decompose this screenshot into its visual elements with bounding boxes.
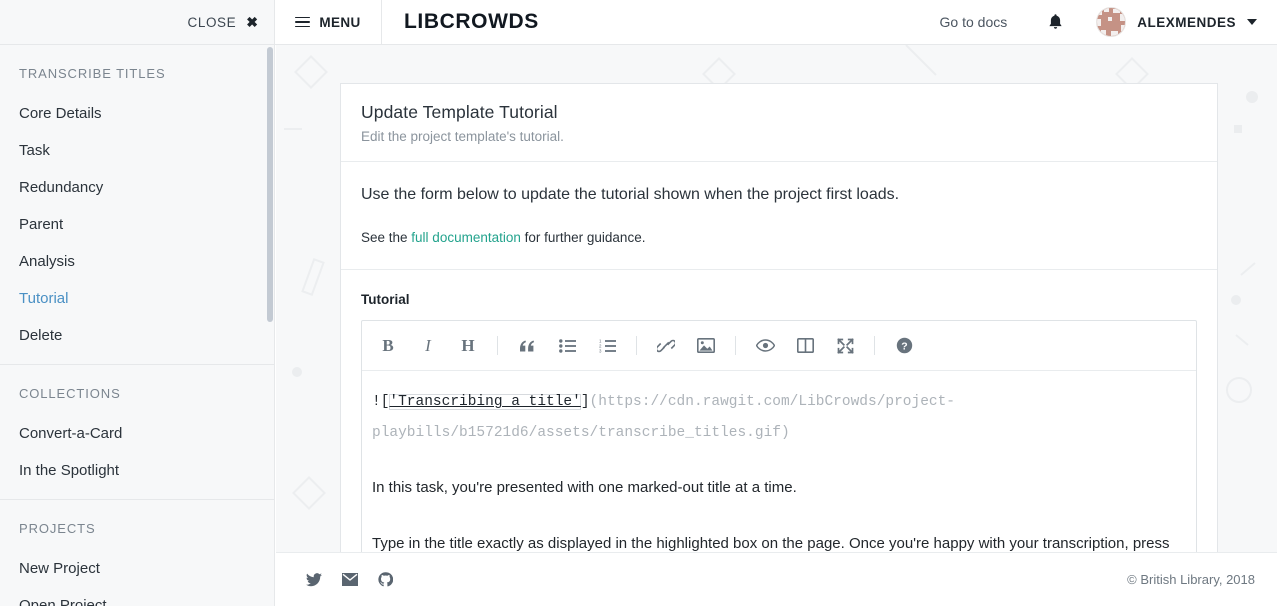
image-icon[interactable]: [691, 331, 721, 361]
sidebar-item-new-project[interactable]: New Project: [0, 550, 274, 587]
svg-text:3: 3: [599, 348, 602, 353]
markdown-bracket-close: ]: [581, 394, 590, 410]
user-avatar-identicon: [1096, 7, 1126, 37]
link-icon[interactable]: [651, 331, 681, 361]
main-content-area: Update Template Tutorial Edit the projec…: [276, 45, 1277, 606]
italic-icon[interactable]: I: [413, 331, 443, 361]
close-x-icon: ✖: [246, 14, 258, 31]
sidebar-heading: COLLECTIONS: [0, 365, 274, 415]
guidance-prefix: See the: [361, 230, 411, 245]
card-description-section: Use the form below to update the tutoria…: [341, 162, 1217, 270]
side-by-side-icon[interactable]: [790, 331, 820, 361]
sidebar-scrollbar-thumb[interactable]: [267, 47, 273, 322]
twitter-icon[interactable]: [306, 573, 322, 587]
menu-button[interactable]: MENU: [275, 0, 382, 44]
sidebar-group-transcribe-titles: TRANSCRIBE TITLES Core Details Task Redu…: [0, 45, 274, 365]
chevron-down-icon: [1247, 19, 1257, 25]
close-panel-button[interactable]: CLOSE ✖: [0, 0, 275, 44]
sidebar: TRANSCRIBE TITLES Core Details Task Redu…: [0, 45, 275, 606]
update-template-tutorial-card: Update Template Tutorial Edit the projec…: [340, 83, 1218, 603]
markdown-line-image: !['Transcribing a title'](https://cdn.ra…: [372, 387, 1186, 448]
card-header: Update Template Tutorial Edit the projec…: [341, 84, 1217, 162]
user-name-label: ALEXMENDES: [1137, 15, 1236, 30]
hamburger-icon: [295, 14, 310, 31]
markdown-line-2: In this task, you're presented with one …: [372, 472, 1186, 504]
sidebar-item-delete[interactable]: Delete: [0, 317, 274, 354]
bell-icon[interactable]: [1047, 13, 1064, 31]
github-icon[interactable]: [378, 572, 393, 587]
top-bar-right-cluster: Go to docs ALEXMENDES: [940, 0, 1277, 44]
preview-eye-icon[interactable]: [750, 331, 780, 361]
sidebar-item-convert-a-card[interactable]: Convert-a-Card: [0, 415, 274, 452]
sidebar-item-parent[interactable]: Parent: [0, 206, 274, 243]
markdown-editor-toolbar: B I H 1: [362, 321, 1196, 371]
sidebar-item-core-details[interactable]: Core Details: [0, 95, 274, 132]
copyright-label: © British Library, 2018: [1127, 572, 1277, 587]
sidebar-group-collections: COLLECTIONS Convert-a-Card In the Spotli…: [0, 365, 274, 500]
sidebar-item-tutorial[interactable]: Tutorial: [0, 280, 274, 317]
sidebar-item-analysis[interactable]: Analysis: [0, 243, 274, 280]
sidebar-heading: PROJECTS: [0, 500, 274, 550]
svg-text:?: ?: [901, 341, 907, 353]
toolbar-separator: [874, 336, 875, 355]
page-footer: © British Library, 2018: [276, 552, 1277, 606]
menu-label: MENU: [319, 15, 360, 30]
tutorial-field-label: Tutorial: [361, 292, 1197, 307]
guidance-line: See the full documentation for further g…: [361, 230, 1197, 245]
page-title: Update Template Tutorial: [361, 102, 1197, 123]
sidebar-item-in-the-spotlight[interactable]: In the Spotlight: [0, 452, 274, 489]
toolbar-separator: [636, 336, 637, 355]
top-navigation-bar: CLOSE ✖ MENU LIBCROWDS Go to docs: [0, 0, 1277, 45]
toolbar-separator: [735, 336, 736, 355]
email-icon[interactable]: [342, 573, 358, 586]
sidebar-item-open-project[interactable]: Open Project: [0, 587, 274, 606]
full-documentation-link[interactable]: full documentation: [411, 230, 521, 245]
heading-icon[interactable]: H: [453, 331, 483, 361]
footer-social-links: [276, 572, 393, 587]
toolbar-separator: [497, 336, 498, 355]
brand-logo[interactable]: LIBCROWDS: [382, 0, 539, 44]
unordered-list-icon[interactable]: [552, 331, 582, 361]
sidebar-item-redundancy[interactable]: Redundancy: [0, 169, 274, 206]
close-label: CLOSE: [187, 15, 236, 30]
help-icon[interactable]: ?: [889, 331, 919, 361]
bold-icon[interactable]: B: [373, 331, 403, 361]
lead-paragraph: Use the form below to update the tutoria…: [361, 184, 1197, 206]
ordered-list-icon[interactable]: 1 2 3: [592, 331, 622, 361]
fullscreen-icon[interactable]: [830, 331, 860, 361]
user-menu-button[interactable]: ALEXMENDES: [1096, 7, 1257, 37]
page-subtitle: Edit the project template's tutorial.: [361, 129, 1197, 144]
go-to-docs-link[interactable]: Go to docs: [940, 14, 1008, 30]
sidebar-item-task[interactable]: Task: [0, 132, 274, 169]
sidebar-heading: TRANSCRIBE TITLES: [0, 45, 274, 95]
sidebar-group-projects: PROJECTS New Project Open Project: [0, 500, 274, 606]
markdown-image-alt-text: 'Transcribing a title': [389, 394, 580, 410]
markdown-image-bang: ![: [372, 394, 389, 410]
guidance-suffix: for further guidance.: [521, 230, 646, 245]
sidebar-scrollbar[interactable]: [267, 45, 274, 606]
quote-icon[interactable]: [512, 331, 542, 361]
